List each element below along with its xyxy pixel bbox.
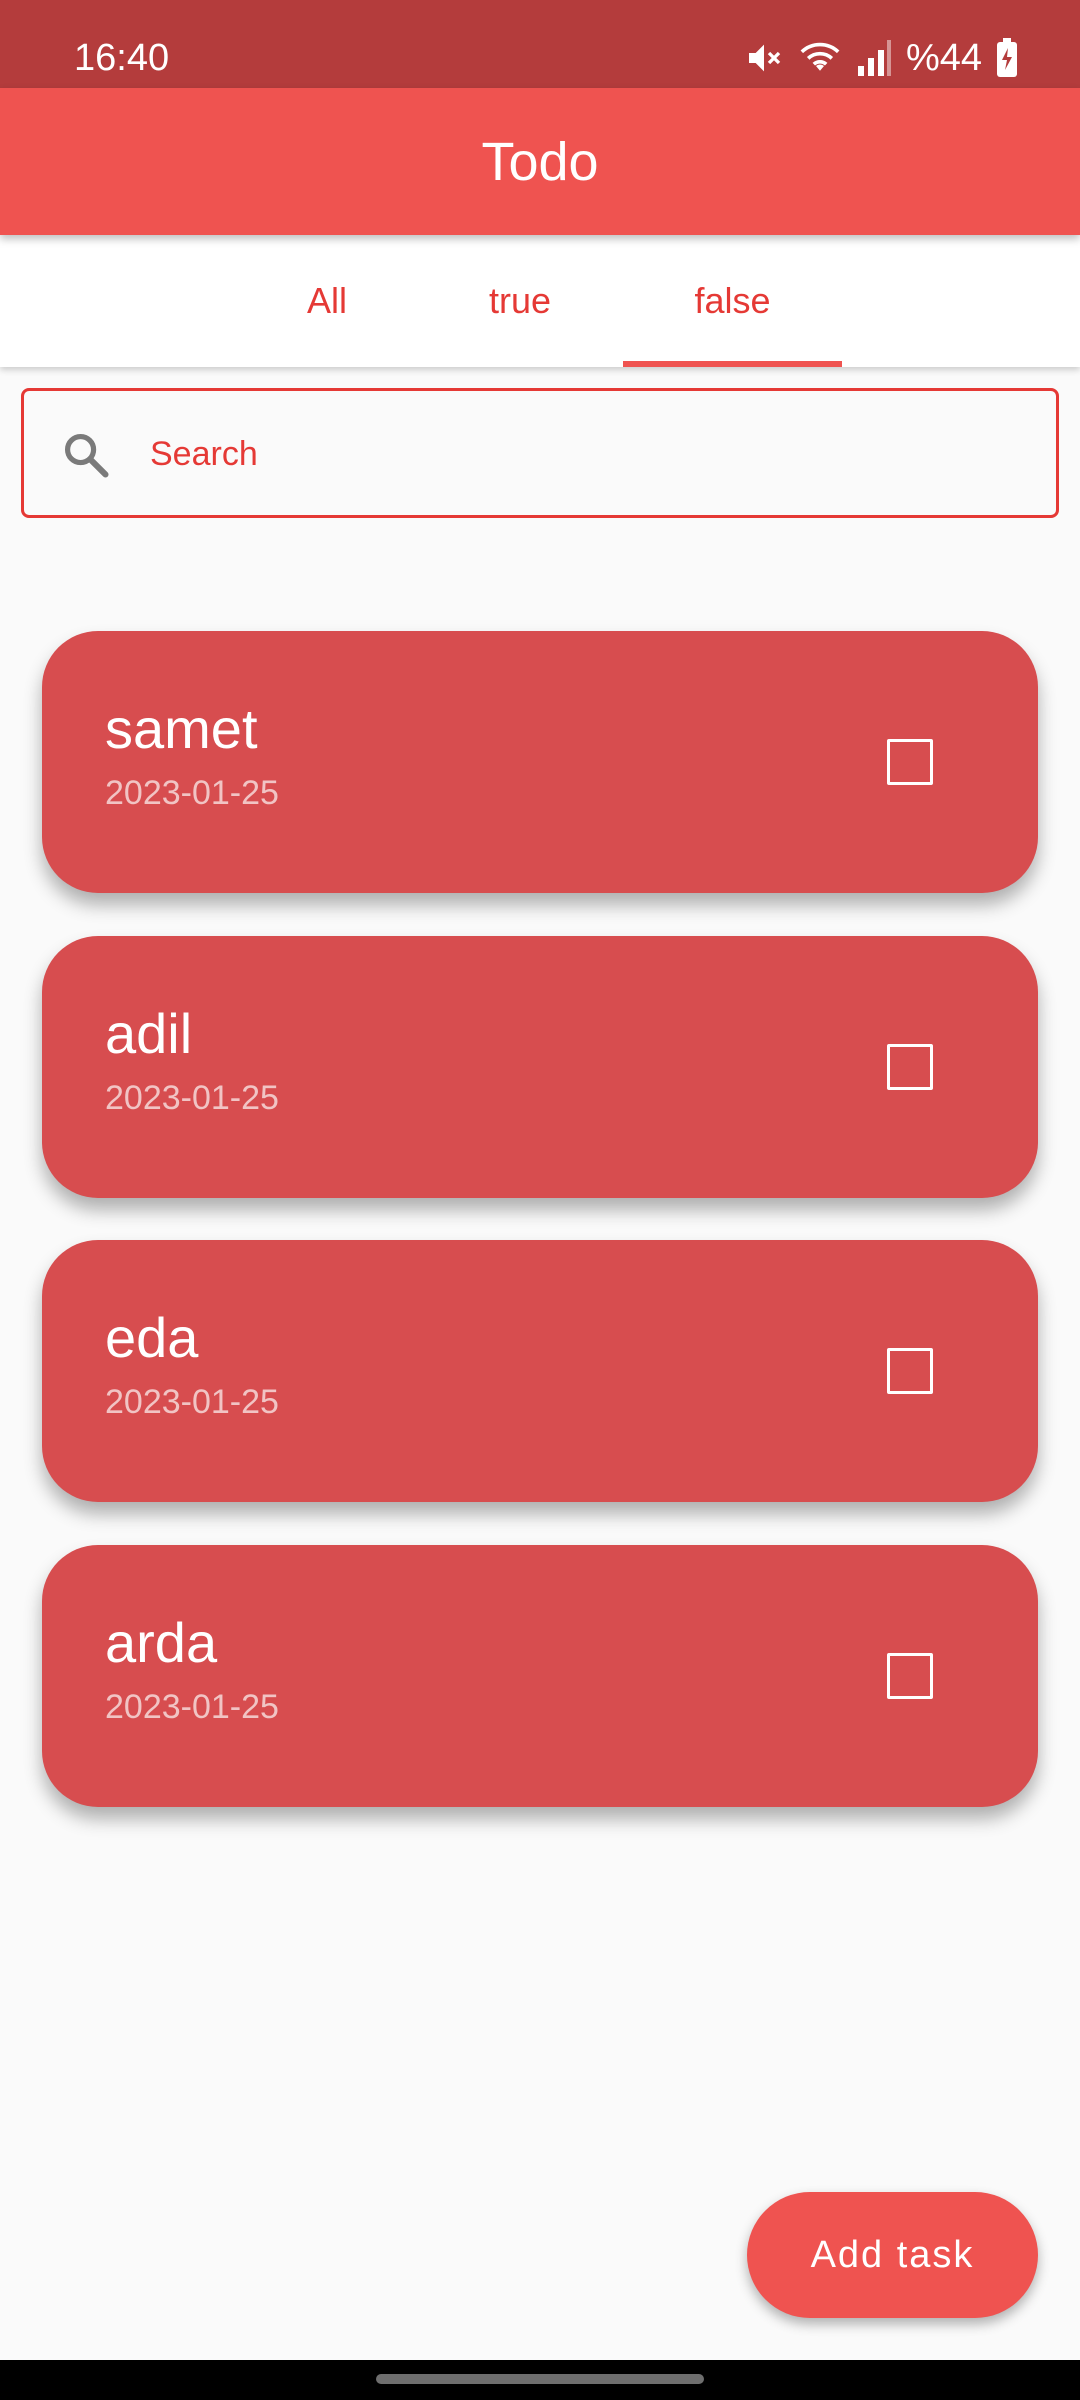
signal-icon bbox=[856, 38, 892, 78]
task-date: 2023-01-25 bbox=[105, 1688, 279, 1726]
task-card[interactable]: adil 2023-01-25 bbox=[42, 936, 1038, 1198]
task-card[interactable]: arda 2023-01-25 bbox=[42, 1545, 1038, 1807]
task-card[interactable]: samet 2023-01-25 bbox=[42, 631, 1038, 893]
task-checkbox[interactable] bbox=[887, 739, 933, 785]
add-task-button[interactable]: Add task bbox=[747, 2192, 1038, 2318]
search-input[interactable] bbox=[148, 415, 1028, 493]
tab-false[interactable]: false bbox=[623, 235, 842, 367]
battery-level: %44 bbox=[905, 37, 982, 79]
task-name: arda bbox=[105, 1611, 218, 1674]
task-name: eda bbox=[105, 1306, 199, 1369]
task-name: adil bbox=[105, 1002, 193, 1065]
battery-charging-icon bbox=[996, 38, 1018, 78]
task-name: samet bbox=[105, 697, 258, 760]
task-checkbox[interactable] bbox=[887, 1653, 933, 1699]
search-icon bbox=[60, 429, 112, 481]
task-checkbox[interactable] bbox=[887, 1044, 933, 1090]
filter-tab-bar: All true false bbox=[0, 235, 1080, 367]
home-indicator[interactable] bbox=[376, 2374, 704, 2384]
system-nav-bar bbox=[0, 2360, 1080, 2400]
task-checkbox[interactable] bbox=[887, 1348, 933, 1394]
status-bar: 16:40 %44 bbox=[0, 0, 1080, 88]
wifi-icon bbox=[798, 38, 842, 78]
status-time: 16:40 bbox=[74, 37, 170, 79]
mute-icon bbox=[744, 38, 784, 78]
app-bar: Todo bbox=[0, 88, 1080, 235]
tab-all[interactable]: All bbox=[257, 235, 397, 367]
task-card[interactable]: eda 2023-01-25 bbox=[42, 1240, 1038, 1502]
app-title: Todo bbox=[481, 131, 599, 192]
task-date: 2023-01-25 bbox=[105, 1079, 279, 1117]
selected-tab-indicator bbox=[623, 361, 842, 367]
task-date: 2023-01-25 bbox=[105, 774, 279, 812]
tab-true[interactable]: true bbox=[450, 235, 590, 367]
status-icons: %44 bbox=[744, 34, 1018, 82]
search-box[interactable] bbox=[21, 388, 1059, 518]
task-date: 2023-01-25 bbox=[105, 1383, 279, 1421]
